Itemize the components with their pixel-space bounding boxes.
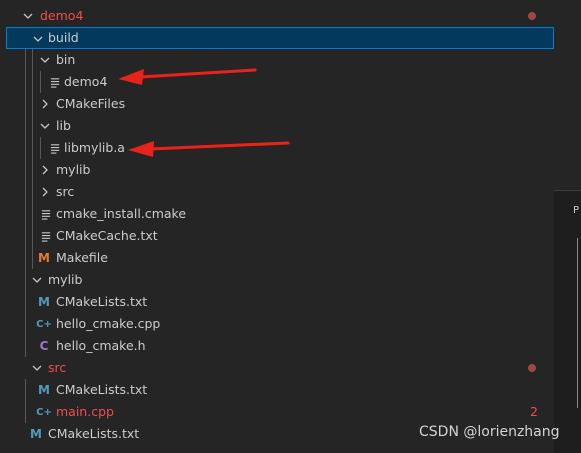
- tree-item-src-build-folder[interactable]: src: [0, 181, 554, 203]
- tree-item-lib-folder[interactable]: lib: [0, 115, 554, 137]
- tree-item-label: mylib: [56, 162, 91, 177]
- panel-edge-line: [577, 238, 578, 408]
- tree-item-build-folder[interactable]: build: [6, 27, 554, 49]
- tree-item-mylib-folder[interactable]: mylib: [0, 269, 554, 291]
- editor-pane-edge: P: [554, 0, 581, 453]
- cmake-m-icon: M: [38, 295, 50, 309]
- makefile-m-icon: M: [38, 251, 50, 265]
- tree-item-label: demo4: [40, 8, 84, 23]
- tree-item-label: main.cpp: [56, 404, 114, 419]
- panel-divider: [554, 190, 581, 191]
- chevron-down-icon: [21, 5, 35, 27]
- tree-item-label: CMakeLists.txt: [48, 426, 140, 441]
- tree-item-label: cmake_install.cmake: [56, 206, 187, 221]
- tree-item-label: Makefile: [56, 250, 108, 265]
- modified-dot-icon: [528, 364, 536, 372]
- chevron-down-icon: [30, 269, 44, 291]
- file-explorer: demo4 build bin demo4 CMakeFiles lib lib…: [0, 0, 554, 453]
- tree-item-hello-cmake-h-file[interactable]: C hello_cmake.h: [0, 335, 554, 357]
- tree-item-label: lib: [56, 118, 71, 133]
- problems-count-badge: 2: [530, 404, 538, 419]
- tree-item-cmakecache-file[interactable]: CMakeCache.txt: [0, 225, 554, 247]
- tree-item-label: demo4: [64, 74, 108, 89]
- cpp-icon: C+: [36, 318, 52, 330]
- tree-item-bin-folder[interactable]: bin: [0, 49, 554, 71]
- watermark: CSDN @lorienzhang: [419, 424, 560, 440]
- chevron-down-icon: [38, 49, 52, 71]
- chevron-down-icon: [31, 28, 45, 50]
- tree-item-demo4-file[interactable]: demo4: [0, 71, 554, 93]
- chevron-down-icon: [38, 115, 52, 137]
- tree-item-cmakefiles-folder[interactable]: CMakeFiles: [0, 93, 554, 115]
- tree-item-label: CMakeLists.txt: [56, 294, 148, 309]
- tree-item-src-cmakelists-file[interactable]: M CMakeLists.txt: [0, 379, 554, 401]
- chevron-right-icon: [38, 93, 52, 115]
- tree-item-label: build: [48, 30, 79, 45]
- tree-item-cmake-install-file[interactable]: cmake_install.cmake: [0, 203, 554, 225]
- lines-file-icon: [38, 225, 54, 247]
- cmake-m-icon: M: [38, 383, 50, 397]
- tree-item-label: hello_cmake.h: [56, 338, 146, 353]
- chevron-down-icon: [30, 357, 44, 379]
- chevron-right-icon: [38, 159, 52, 181]
- chevron-right-icon: [38, 181, 52, 203]
- tree-item-label: CMakeFiles: [56, 96, 126, 111]
- lines-file-icon: [47, 71, 63, 93]
- tree-item-src-folder[interactable]: src: [0, 357, 554, 379]
- tree-item-label: src: [56, 184, 75, 199]
- modified-dot-icon: [528, 12, 536, 20]
- lines-file-icon: [38, 203, 54, 225]
- tree-item-demo4-folder[interactable]: demo4: [0, 5, 554, 27]
- tree-item-makefile[interactable]: M Makefile: [0, 247, 554, 269]
- tree-item-mylib-cmakelists-file[interactable]: M CMakeLists.txt: [0, 291, 554, 313]
- tree-item-label: CMakeLists.txt: [56, 382, 148, 397]
- editor-pane-top: [554, 0, 581, 190]
- tree-item-label: libmylib.a: [64, 140, 125, 155]
- tree-item-label: mylib: [48, 272, 83, 287]
- tree-item-main-cpp-file[interactable]: C+ main.cpp 2: [0, 401, 554, 423]
- tree-item-mylib-build-folder[interactable]: mylib: [0, 159, 554, 181]
- panel-tab-label[interactable]: P: [573, 205, 579, 216]
- tree-item-label: src: [48, 360, 67, 375]
- c-header-icon: C: [39, 339, 49, 353]
- tree-item-hello-cmake-cpp-file[interactable]: C+ hello_cmake.cpp: [0, 313, 554, 335]
- tree-item-label: bin: [56, 52, 76, 67]
- cpp-icon: C+: [36, 406, 52, 418]
- tree-item-libmylib-file[interactable]: libmylib.a: [0, 137, 554, 159]
- lines-file-icon: [47, 137, 63, 159]
- tree-item-label: hello_cmake.cpp: [56, 316, 161, 331]
- tree-item-label: CMakeCache.txt: [56, 228, 158, 243]
- cmake-m-icon: M: [30, 427, 42, 441]
